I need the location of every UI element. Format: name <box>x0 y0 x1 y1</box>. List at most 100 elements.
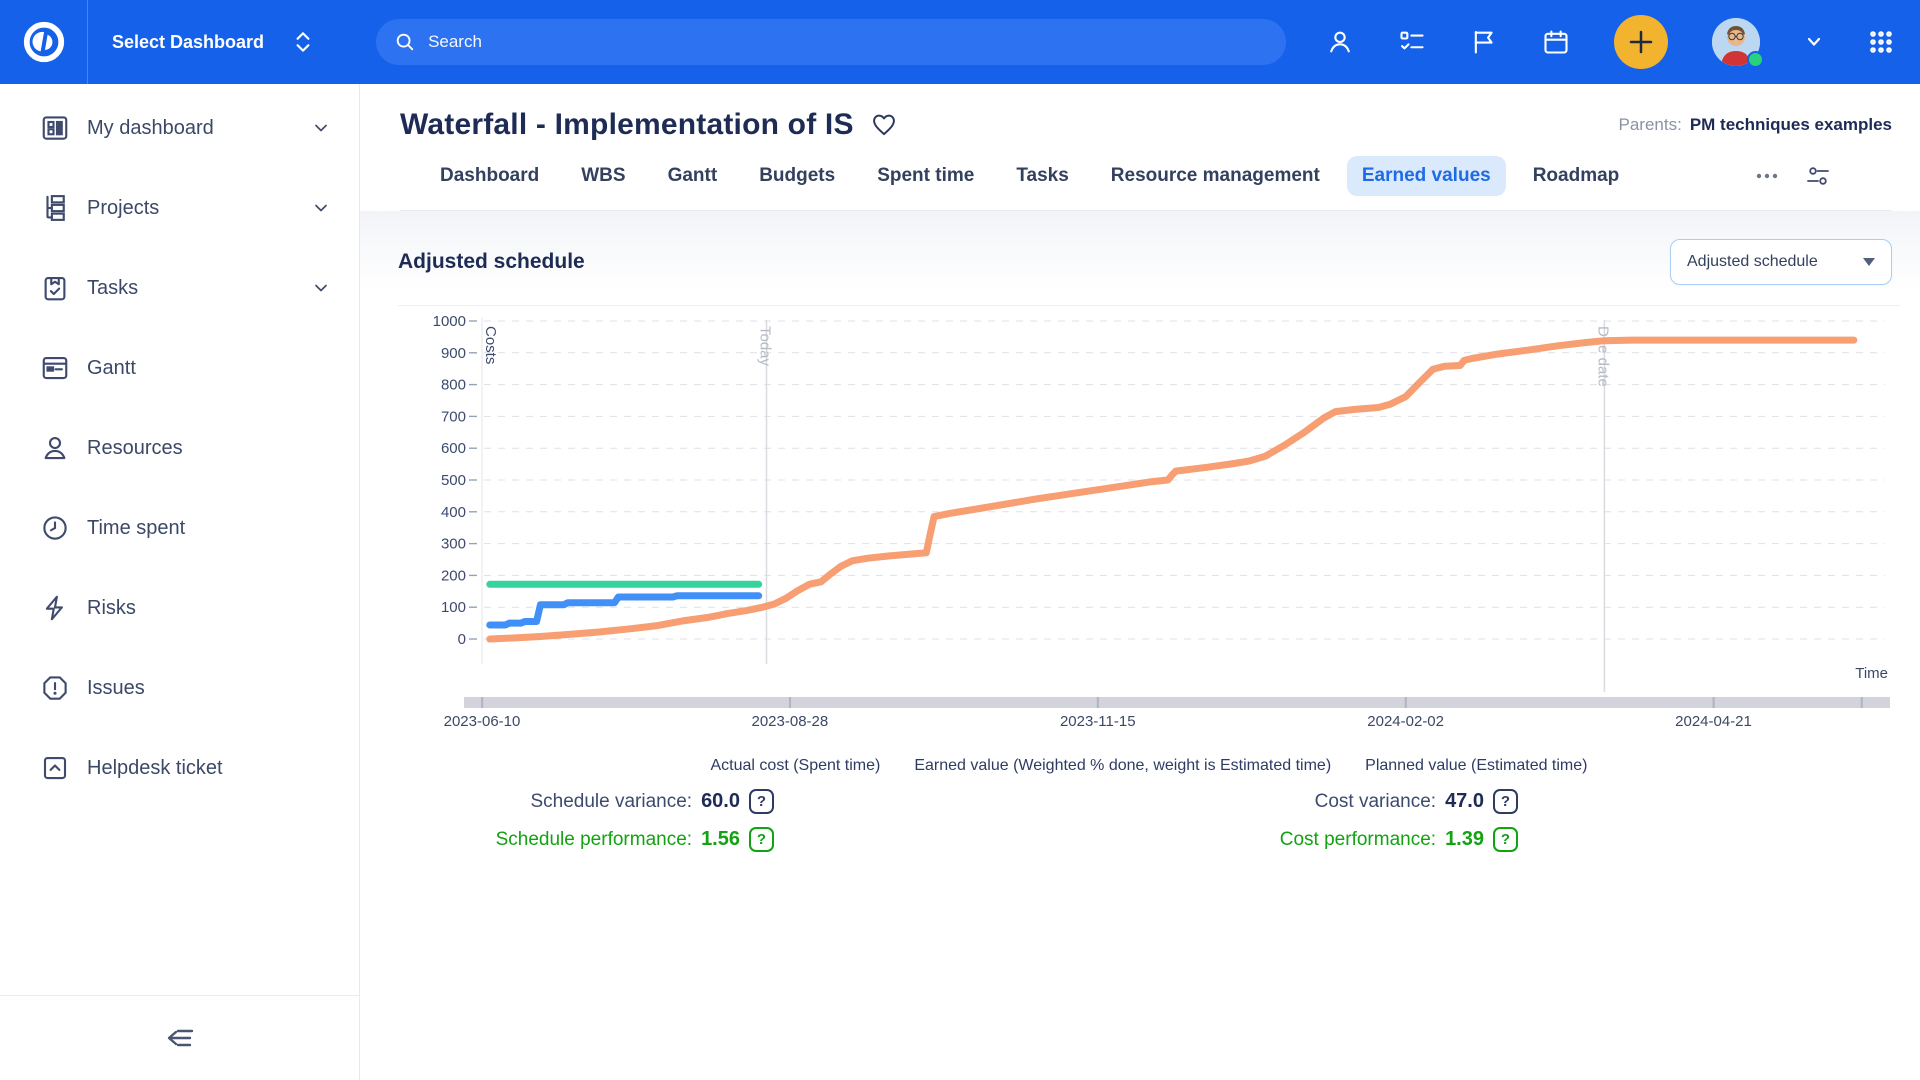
cost-variance-row: Cost variance: 47.0 ? <box>774 789 1518 814</box>
sidebar-item-label: Time spent <box>87 517 331 540</box>
resources-icon <box>40 433 70 463</box>
plus-icon <box>1626 27 1656 57</box>
sliders-icon <box>1804 163 1832 189</box>
topbar: Select Dashboard Search <box>0 0 1920 84</box>
search-icon <box>394 31 416 53</box>
legend-earned-value: Earned value (Weighted % done, weight is… <box>914 757 1331 775</box>
sidebar-item-projects[interactable]: Projects <box>0 168 359 248</box>
parents-label: Parents: <box>1619 115 1682 135</box>
tab-roadmap[interactable]: Roadmap <box>1518 156 1635 196</box>
topbar-actions <box>1326 15 1894 69</box>
cost-variance-value: 47.0 <box>1445 790 1484 813</box>
svg-text:2023-06-10: 2023-06-10 <box>444 713 521 730</box>
apps-grid-button[interactable] <box>1868 29 1894 55</box>
parents-value[interactable]: PM techniques examples <box>1690 115 1892 135</box>
chart-legend: Actual cost (Spent time) Earned value (W… <box>398 757 1900 775</box>
page-header: Waterfall - Implementation of IS Parents… <box>360 84 1920 211</box>
sidebar-item-helpdesk-ticket[interactable]: Helpdesk ticket <box>0 728 359 808</box>
tasklist-button[interactable] <box>1398 28 1426 56</box>
svg-text:500: 500 <box>441 472 466 489</box>
online-status-dot <box>1747 51 1764 68</box>
svg-text:2024-04-21: 2024-04-21 <box>1675 713 1752 730</box>
tab-spent-time[interactable]: Spent time <box>862 156 989 196</box>
tab-settings-button[interactable] <box>1804 163 1832 189</box>
svg-text:300: 300 <box>441 536 466 553</box>
svg-text:Costs: Costs <box>482 326 499 364</box>
evm-chart: 01002003004005006007008009001000CostsTod… <box>398 312 1898 742</box>
dashboard-selector[interactable]: Select Dashboard <box>112 29 314 55</box>
ellipsis-icon <box>1754 170 1780 182</box>
svg-text:Today: Today <box>756 326 773 367</box>
select-chevrons-icon <box>292 29 314 55</box>
svg-text:2024-02-02: 2024-02-02 <box>1367 713 1444 730</box>
add-button[interactable] <box>1614 15 1668 69</box>
heart-icon <box>870 111 898 139</box>
search-input[interactable]: Search <box>376 19 1286 65</box>
help-icon[interactable]: ? <box>749 827 774 852</box>
calendar-icon <box>1542 28 1570 56</box>
svg-text:Due date: Due date <box>1594 326 1611 387</box>
sidebar-item-risks[interactable]: Risks <box>0 568 359 648</box>
tab-budgets[interactable]: Budgets <box>744 156 850 196</box>
tab-earned-values[interactable]: Earned values <box>1347 156 1506 196</box>
sidebar-item-issues[interactable]: Issues <box>0 648 359 728</box>
svg-text:1000: 1000 <box>433 313 466 330</box>
tasks-icon <box>40 273 70 303</box>
help-icon[interactable]: ? <box>749 789 774 814</box>
schedule-type-select[interactable]: Adjusted schedule <box>1670 239 1892 285</box>
schedule-performance-value: 1.56 <box>701 828 740 851</box>
page-title: Waterfall - Implementation of IS <box>400 108 854 142</box>
lightning-icon <box>40 593 70 623</box>
evm-stats: Schedule variance: 60.0 ? Cost variance:… <box>398 789 1900 852</box>
user-button[interactable] <box>1326 28 1354 56</box>
dashboard-icon <box>40 113 70 143</box>
sidebar-item-label: Tasks <box>87 277 294 300</box>
sidebar-item-my-dashboard[interactable]: My dashboard <box>0 88 359 168</box>
schedule-variance-row: Schedule variance: 60.0 ? <box>398 789 774 814</box>
help-icon[interactable]: ? <box>1493 789 1518 814</box>
tab-gantt[interactable]: Gantt <box>653 156 733 196</box>
sidebar-item-gantt[interactable]: Gantt <box>0 328 359 408</box>
svg-text:Time: Time <box>1855 665 1888 682</box>
section-heading: Adjusted schedule <box>398 250 585 274</box>
tab-tasks[interactable]: Tasks <box>1001 156 1083 196</box>
flag-button[interactable] <box>1470 28 1498 56</box>
cost-performance-row: Cost performance: 1.39 ? <box>774 827 1518 852</box>
sidebar-item-time-spent[interactable]: Time spent <box>0 488 359 568</box>
app-logo[interactable] <box>0 0 88 84</box>
svg-text:700: 700 <box>441 408 466 425</box>
user-avatar[interactable] <box>1712 18 1760 66</box>
tab-dashboard[interactable]: Dashboard <box>425 156 554 196</box>
checklist-icon <box>1398 28 1426 56</box>
schedule-variance-label: Schedule variance: <box>530 791 692 813</box>
svg-text:200: 200 <box>441 567 466 584</box>
gantt-icon <box>40 353 70 383</box>
dropdown-caret-icon <box>1863 258 1875 266</box>
sidebar-item-label: Gantt <box>87 357 331 380</box>
grid-icon <box>1868 29 1894 55</box>
svg-text:800: 800 <box>441 377 466 394</box>
favorite-button[interactable] <box>870 111 898 139</box>
tab-resource-management[interactable]: Resource management <box>1096 156 1335 196</box>
search-placeholder: Search <box>428 32 482 52</box>
schedule-variance-value: 60.0 <box>701 790 740 813</box>
profile-menu-button[interactable] <box>1804 32 1824 52</box>
cost-performance-value: 1.39 <box>1445 828 1484 851</box>
sidebar: My dashboard Projects Tasks Gantt Resour… <box>0 84 360 1080</box>
sidebar-item-resources[interactable]: Resources <box>0 408 359 488</box>
svg-text:100: 100 <box>441 599 466 616</box>
sidebar-item-tasks[interactable]: Tasks <box>0 248 359 328</box>
sidebar-item-label: Risks <box>87 597 331 620</box>
svg-text:400: 400 <box>441 504 466 521</box>
tab-wbs[interactable]: WBS <box>566 156 640 196</box>
collapse-arrow-icon <box>159 1021 201 1055</box>
collapse-sidebar-button[interactable] <box>159 1021 201 1055</box>
calendar-button[interactable] <box>1542 28 1570 56</box>
logo-icon <box>21 19 67 65</box>
more-tabs-button[interactable] <box>1754 170 1780 182</box>
sidebar-footer <box>0 995 359 1080</box>
cost-performance-label: Cost performance: <box>1280 829 1436 851</box>
help-icon[interactable]: ? <box>1493 827 1518 852</box>
earned-values-panel: Adjusted schedule Adjusted schedule 0100… <box>360 211 1920 971</box>
sidebar-item-label: Projects <box>87 197 294 220</box>
